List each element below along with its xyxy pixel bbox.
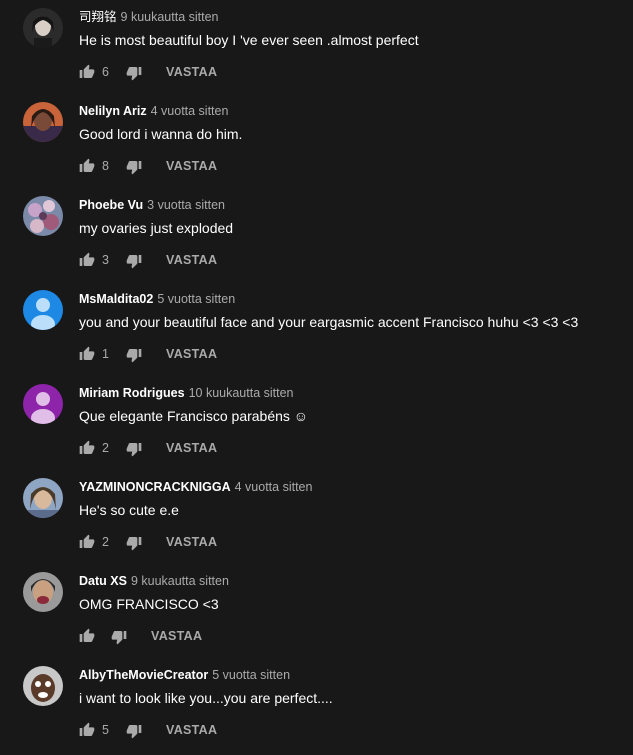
reply-button[interactable]: VASTAA [166, 346, 217, 362]
comment-text: Good lord i wanna do him. [79, 126, 243, 142]
thumb-up-icon[interactable] [79, 252, 95, 268]
comment-thread: MsMaldita02 5 vuotta sitten you and your … [0, 290, 633, 384]
thumb-up-icon[interactable] [79, 628, 95, 644]
avatar[interactable] [23, 8, 63, 48]
comment-time[interactable]: 9 kuukautta sitten [121, 10, 219, 24]
comment-time[interactable]: 3 vuotta sitten [147, 198, 225, 212]
comment-header: Miriam Rodrigues 10 kuukautta sitten [79, 384, 294, 402]
reply-button[interactable]: VASTAA [166, 722, 217, 738]
comment-actions: 8 VASTAA [79, 155, 379, 179]
author-name[interactable]: 司翔铭 [79, 10, 117, 24]
like-count: 3 [102, 253, 109, 267]
thumb-up-icon[interactable] [79, 534, 95, 550]
thumb-down-icon[interactable] [126, 347, 142, 363]
thumb-down-icon[interactable] [126, 159, 142, 175]
like-count: 6 [102, 65, 109, 79]
avatar[interactable] [23, 666, 63, 706]
avatar[interactable] [23, 572, 63, 612]
comment-thread: Nelilyn Ariz 4 vuotta sitten Good lord i … [0, 102, 633, 196]
avatar[interactable] [23, 290, 63, 330]
author-name[interactable]: Phoebe Vu [79, 198, 143, 212]
comment-text: He is most beautiful boy I 've ever seen… [79, 32, 419, 48]
author-name[interactable]: Datu XS [79, 574, 127, 588]
avatar[interactable] [23, 384, 63, 424]
comment-text: OMG FRANCISCO <3 [79, 596, 219, 612]
like-count: 2 [102, 535, 109, 549]
comment-text: Que elegante Francisco parabéns ☺ [79, 408, 309, 424]
comment-text: my ovaries just exploded [79, 220, 234, 236]
comment-text: i want to look like you...you are perfec… [79, 690, 333, 706]
author-name[interactable]: Miriam Rodrigues [79, 386, 185, 400]
like-count: 1 [102, 347, 109, 361]
reply-button[interactable]: VASTAA [166, 64, 217, 80]
author-name[interactable]: Nelilyn Ariz [79, 104, 147, 118]
comments-section: 司翔铭 9 kuukautta sitten He is most beautif… [0, 0, 633, 755]
comment-thread: 司翔铭 9 kuukautta sitten He is most beautif… [0, 8, 633, 102]
comment-thread: Datu XS 9 kuukautta sitten OMG FRANCISCO … [0, 572, 633, 666]
thumb-down-icon[interactable] [126, 441, 142, 457]
like-count: 8 [102, 159, 109, 173]
comment-header: 司翔铭 9 kuukautta sitten [79, 8, 219, 26]
thumb-down-icon[interactable] [126, 535, 142, 551]
thumb-down-icon[interactable] [126, 253, 142, 269]
comment-thread: Miriam Rodrigues 10 kuukautta sitten Que … [0, 384, 633, 478]
thumb-up-icon[interactable] [79, 158, 95, 174]
comment-header: YAZMINONCRACKNIGGA 4 vuotta sitten [79, 478, 312, 496]
comment-header: Datu XS 9 kuukautta sitten [79, 572, 229, 590]
comment-header: AlbyTheMovieCreator 5 vuotta sitten [79, 666, 290, 684]
comment-actions: 3 VASTAA [79, 249, 379, 273]
like-count: 5 [102, 723, 109, 737]
author-name[interactable]: MsMaldita02 [79, 292, 153, 306]
thumb-down-icon[interactable] [126, 723, 142, 739]
reply-button[interactable]: VASTAA [166, 440, 217, 456]
thumb-down-icon[interactable] [111, 629, 127, 645]
comment-actions: 6 VASTAA [79, 61, 379, 85]
comment-header: Phoebe Vu 3 vuotta sitten [79, 196, 225, 214]
like-count: 2 [102, 441, 109, 455]
comment-time[interactable]: 10 kuukautta sitten [189, 386, 294, 400]
comment-header: MsMaldita02 5 vuotta sitten [79, 290, 235, 308]
comment-thread: AlbyTheMovieCreator 5 vuotta sitten i wan… [0, 666, 633, 755]
comment-time[interactable]: 5 vuotta sitten [157, 292, 235, 306]
reply-button[interactable]: VASTAA [166, 158, 217, 174]
comment-thread: YAZMINONCRACKNIGGA 4 vuotta sitten He's s… [0, 478, 633, 572]
comment-time[interactable]: 9 kuukautta sitten [131, 574, 229, 588]
thumb-down-icon[interactable] [126, 65, 142, 81]
avatar[interactable] [23, 478, 63, 518]
comment-time[interactable]: 4 vuotta sitten [151, 104, 229, 118]
comment-text: you and your beautiful face and your ear… [79, 314, 579, 330]
comment-actions: VASTAA [79, 625, 379, 649]
thumb-up-icon[interactable] [79, 440, 95, 456]
comment-actions: 5 VASTAA [79, 719, 379, 743]
avatar[interactable] [23, 196, 63, 236]
comment-actions: 2 VASTAA [79, 437, 379, 461]
reply-button[interactable]: VASTAA [151, 628, 202, 644]
thumb-up-icon[interactable] [79, 64, 95, 80]
comment-header: Nelilyn Ariz 4 vuotta sitten [79, 102, 228, 120]
comment-time[interactable]: 4 vuotta sitten [235, 480, 313, 494]
comment-text: He's so cute e.e [79, 502, 179, 518]
thumb-up-icon[interactable] [79, 346, 95, 362]
comment-actions: 1 VASTAA [79, 343, 379, 367]
reply-button[interactable]: VASTAA [166, 534, 217, 550]
comment-actions: 2 VASTAA [79, 531, 379, 555]
author-name[interactable]: AlbyTheMovieCreator [79, 668, 208, 682]
comment-time[interactable]: 5 vuotta sitten [212, 668, 290, 682]
author-name[interactable]: YAZMINONCRACKNIGGA [79, 480, 231, 494]
thumb-up-icon[interactable] [79, 722, 95, 738]
comment-thread: Phoebe Vu 3 vuotta sitten my ovaries just… [0, 196, 633, 290]
reply-button[interactable]: VASTAA [166, 252, 217, 268]
avatar[interactable] [23, 102, 63, 142]
